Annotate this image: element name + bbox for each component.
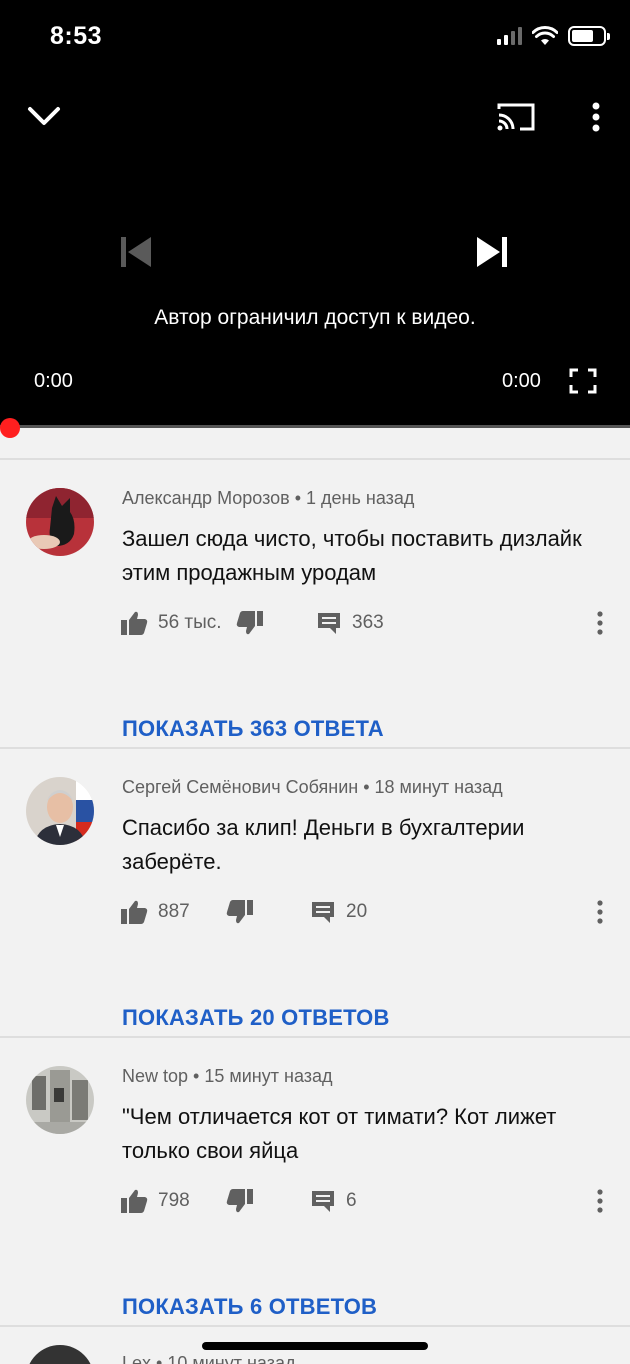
comment-meta: Александр Морозов • 1 день назад: [122, 488, 415, 508]
show-replies-link[interactable]: ПОКАЗАТЬ 20 ОТВЕТОВ: [122, 1005, 390, 1031]
thumbs-up-icon: [121, 1189, 148, 1213]
show-replies-link[interactable]: ПОКАЗАТЬ 6 ОТВЕТОВ: [122, 1294, 377, 1320]
comment-meta: New top • 15 минут назад: [122, 1066, 333, 1086]
like-button[interactable]: 56 тыс.: [120, 606, 222, 640]
comment-age: 15 минут назад: [204, 1066, 333, 1086]
previous-video-icon[interactable]: [112, 228, 160, 276]
avatar[interactable]: [26, 777, 94, 845]
comment-age: 1 день назад: [306, 488, 415, 508]
reply-button[interactable]: 20: [310, 895, 367, 929]
comment-age: 18 минут назад: [374, 777, 503, 797]
cellular-signal-icon: [497, 27, 522, 45]
comment-text: Спасибо за клип! Деньги в бухгалтерии за…: [122, 815, 525, 874]
reply-count: 6: [346, 1190, 357, 1211]
comment-actions: 56 тыс. 363: [120, 606, 610, 640]
reply-button[interactable]: 363: [316, 606, 384, 640]
status-icons: [497, 26, 610, 46]
fullscreen-icon[interactable]: [566, 366, 600, 396]
comment-meta: Lex • 10 минут назад: [122, 1353, 296, 1364]
like-count: 798: [158, 1190, 190, 1211]
dislike-button[interactable]: [226, 1184, 254, 1218]
avatar[interactable]: [26, 1066, 94, 1134]
partial-action-row: [0, 428, 630, 460]
comment: Александр Морозов • 1 день назад Зашел с…: [0, 460, 630, 749]
reply-count: 20: [346, 901, 368, 922]
comment-actions: 887 20: [120, 895, 610, 929]
comment-actions: 798 6: [120, 1184, 610, 1218]
dislike-button[interactable]: [236, 606, 264, 640]
cast-icon[interactable]: [494, 98, 538, 136]
current-time: 0:00: [34, 370, 73, 392]
thumbs-up-icon: [121, 900, 148, 924]
thumbs-down-icon: [226, 1189, 253, 1213]
comment-more-icon[interactable]: [590, 606, 610, 640]
avatar[interactable]: [26, 1345, 94, 1364]
comment-text: "Чем отличается кот от тимати? Кот лижет…: [122, 1104, 557, 1163]
reply-button[interactable]: 6: [310, 1184, 357, 1218]
next-video-icon[interactable]: [468, 228, 516, 276]
comment: New top • 15 минут назад "Чем отличается…: [0, 1038, 630, 1327]
comment-meta: Сергей Семёнович Собянин • 18 минут наза…: [122, 777, 503, 797]
video-player[interactable]: 8:53 Автор ограничил доступ к видео. 0:0…: [0, 0, 630, 438]
comment-text: Зашел сюда чисто, чтобы поставить дизлай…: [122, 526, 582, 585]
more-options-icon[interactable]: [584, 98, 608, 136]
home-indicator[interactable]: [202, 1342, 428, 1350]
comment-author[interactable]: Александр Морозов: [122, 488, 290, 508]
comment-author[interactable]: Сергей Семёнович Собянин: [122, 777, 358, 797]
like-button[interactable]: 887: [120, 895, 190, 929]
status-time: 8:53: [50, 22, 103, 50]
comment-icon: [312, 902, 334, 923]
reply-count: 363: [352, 612, 384, 633]
wifi-icon: [532, 26, 558, 45]
avatar[interactable]: [26, 488, 94, 556]
restricted-message: Автор ограничил доступ к видео.: [154, 306, 476, 329]
collapse-chevron-icon[interactable]: [24, 96, 64, 136]
comment-icon: [312, 1191, 334, 1212]
like-button[interactable]: 798: [120, 1184, 190, 1218]
like-count: 887: [158, 901, 190, 922]
battery-icon: [568, 26, 610, 46]
show-replies-link[interactable]: ПОКАЗАТЬ 363 ОТВЕТА: [122, 716, 384, 742]
comment-icon: [318, 613, 340, 634]
comment-more-icon[interactable]: [590, 1184, 610, 1218]
comments-list: Александр Морозов • 1 день назад Зашел с…: [0, 428, 630, 1364]
thumbs-down-icon: [226, 900, 253, 924]
like-count: 56 тыс.: [158, 612, 222, 633]
thumbs-up-icon: [121, 611, 148, 635]
comment-author[interactable]: New top: [122, 1066, 188, 1086]
duration: 0:00: [502, 370, 541, 392]
dislike-button[interactable]: [226, 895, 254, 929]
comment: Сергей Семёнович Собянин • 18 минут наза…: [0, 749, 630, 1038]
thumbs-down-icon: [236, 611, 263, 635]
comment-more-icon[interactable]: [590, 895, 610, 929]
